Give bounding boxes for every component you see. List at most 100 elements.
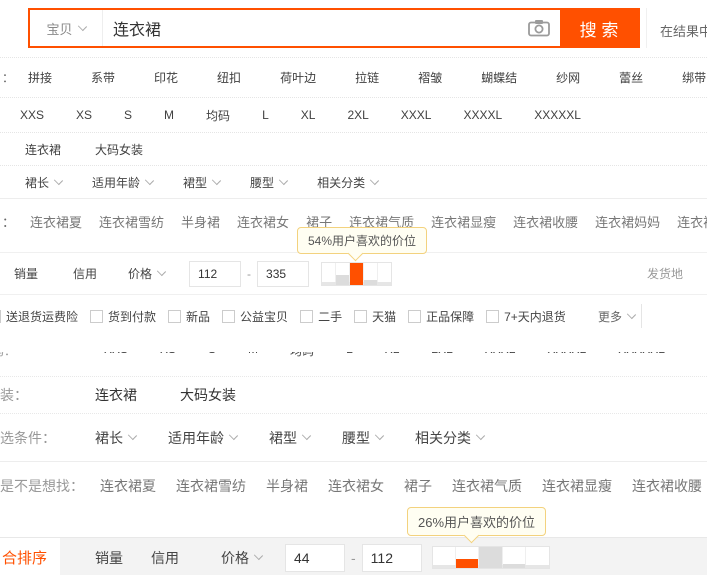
histogram-cell[interactable] — [526, 547, 548, 568]
checkbox[interactable] — [168, 309, 182, 323]
related-search-link[interactable]: 连衣裙夏 — [30, 212, 82, 231]
size-tag[interactable]: 均码 — [206, 107, 230, 124]
histogram-cell[interactable] — [456, 547, 480, 568]
size-tag[interactable]: 均码 — [290, 352, 314, 359]
size-tag[interactable]: XXXXL — [547, 352, 586, 359]
style-tag[interactable]: 荷叶边 — [280, 69, 316, 86]
histogram-cell[interactable] — [322, 262, 337, 285]
histogram-cell[interactable] — [336, 262, 351, 285]
size-tag[interactable]: XL — [301, 108, 316, 122]
price-min-input[interactable] — [285, 543, 345, 572]
sort-price-dropdown[interactable]: 价格 — [221, 548, 264, 568]
histogram-cell[interactable] — [364, 262, 379, 285]
price-max-input[interactable] — [257, 260, 310, 287]
checkbox[interactable] — [222, 309, 236, 323]
size-tag[interactable]: XXS — [20, 108, 44, 122]
related-search-link[interactable]: 连衣裙宽松 — [677, 212, 707, 231]
checkbox[interactable] — [354, 309, 368, 323]
size-tag[interactable]: XXXXXL — [534, 108, 581, 122]
sort-sales-link[interactable]: 销量 — [95, 548, 123, 568]
service-filter-option[interactable]: 正品保障 — [408, 308, 474, 325]
dropdown-filter[interactable]: 相关分类 — [415, 428, 486, 448]
size-tag[interactable]: M — [164, 108, 174, 122]
dropdown-filter[interactable]: 适用年龄 — [168, 428, 239, 448]
category-tag[interactable]: 连衣裙 — [25, 141, 61, 158]
histogram-cell[interactable] — [479, 547, 503, 568]
style-tag[interactable]: 褶皱 — [418, 69, 442, 86]
size-tag[interactable]: XXS — [104, 352, 128, 359]
service-filter-option[interactable]: 二手 — [300, 308, 342, 325]
price-histogram[interactable] — [431, 546, 550, 569]
histogram-cell[interactable] — [378, 263, 391, 285]
size-tag[interactable]: 2XL — [431, 352, 452, 359]
category-tag[interactable]: 连衣裙 — [95, 385, 137, 405]
related-search-link[interactable]: 裙子 — [404, 476, 432, 496]
service-filter-option[interactable]: 7+天内退货 — [486, 308, 566, 325]
sort-price-dropdown[interactable]: 价格 — [128, 265, 167, 282]
related-search-link[interactable]: 连衣裙显瘦 — [431, 212, 496, 231]
sort-tab-selected[interactable]: 合排序 — [0, 538, 60, 575]
style-tag[interactable]: 纱网 — [556, 69, 580, 86]
style-tag[interactable]: 系带 — [91, 69, 115, 86]
checkbox[interactable] — [486, 309, 500, 323]
style-tag[interactable]: 绑带 — [682, 69, 706, 86]
style-tag[interactable]: 拉链 — [355, 69, 379, 86]
checkbox[interactable] — [90, 309, 104, 323]
service-filter-option[interactable]: 公益宝贝 — [222, 308, 288, 325]
ship-from-filter[interactable]: 发货地 — [647, 265, 683, 282]
service-filter-option[interactable]: 货到付款 — [90, 308, 156, 325]
related-search-link[interactable]: 连衣裙雪纺 — [99, 212, 164, 231]
dropdown-filter[interactable]: 相关分类 — [317, 174, 380, 191]
size-tag[interactable]: L — [262, 108, 269, 122]
related-search-link[interactable]: 连衣裙收腰 — [632, 476, 702, 496]
price-min-input[interactable] — [189, 260, 242, 287]
search-in-results-link[interactable]: 在结果中 — [660, 21, 707, 40]
service-filter-option[interactable]: 送退货运费险 — [0, 308, 78, 325]
price-histogram[interactable] — [321, 261, 393, 286]
histogram-cell[interactable] — [350, 262, 365, 285]
related-search-link[interactable]: 连衣裙气质 — [452, 476, 522, 496]
service-filter-option[interactable]: 新品 — [168, 308, 210, 325]
search-input[interactable] — [103, 10, 518, 46]
size-tag[interactable]: XXXXXL — [618, 352, 665, 359]
dropdown-filter[interactable]: 裙型 — [183, 174, 222, 191]
sort-credit-link[interactable]: 信用 — [73, 265, 97, 282]
dropdown-filter[interactable]: 裙长 — [95, 428, 138, 448]
size-tag[interactable]: S — [208, 352, 216, 359]
size-tag[interactable]: S — [124, 108, 132, 122]
related-search-link[interactable]: 半身裙 — [266, 476, 308, 496]
size-tag[interactable]: XXXL — [485, 352, 516, 359]
dropdown-filter[interactable]: 腰型 — [342, 428, 385, 448]
checkbox[interactable] — [408, 309, 422, 323]
size-tag[interactable]: XS — [160, 352, 176, 359]
size-tag[interactable]: M — [248, 352, 258, 359]
related-search-link[interactable]: 连衣裙夏 — [100, 476, 156, 496]
dropdown-filter[interactable]: 适用年龄 — [92, 174, 155, 191]
service-filter-option[interactable]: 天猫 — [354, 308, 396, 325]
price-max-input[interactable] — [361, 543, 422, 572]
size-tag[interactable]: XXXXL — [463, 108, 502, 122]
image-search-button[interactable] — [518, 10, 560, 46]
size-tag[interactable]: XXXL — [401, 108, 432, 122]
related-search-link[interactable]: 连衣裙收腰 — [513, 212, 578, 231]
style-tag[interactable]: 印花 — [154, 69, 178, 86]
category-tag[interactable]: 大码女装 — [95, 141, 143, 158]
style-tag[interactable]: 拼接 — [28, 69, 52, 86]
related-search-link[interactable]: 连衣裙女 — [328, 476, 384, 496]
dropdown-filter[interactable]: 裙长 — [25, 174, 64, 191]
related-search-link[interactable]: 连衣裙雪纺 — [176, 476, 246, 496]
histogram-cell[interactable] — [502, 547, 527, 568]
related-search-link[interactable]: 连衣裙显瘦 — [542, 476, 612, 496]
related-search-link[interactable]: 半身裙 — [181, 212, 220, 231]
search-category-dropdown[interactable]: 宝贝 — [30, 10, 103, 46]
style-tag[interactable]: 蝴蝶结 — [481, 69, 517, 86]
checkbox[interactable] — [300, 309, 314, 323]
dropdown-filter[interactable]: 腰型 — [250, 174, 289, 191]
size-tag[interactable]: XL — [385, 352, 400, 359]
style-tag[interactable]: 纽扣 — [217, 69, 241, 86]
dropdown-filter[interactable]: 裙型 — [269, 428, 312, 448]
sort-credit-link[interactable]: 信用 — [151, 548, 179, 568]
size-tag[interactable]: 2XL — [347, 108, 368, 122]
category-tag[interactable]: 大码女装 — [180, 385, 236, 405]
search-button[interactable]: 搜 索 — [560, 10, 638, 46]
